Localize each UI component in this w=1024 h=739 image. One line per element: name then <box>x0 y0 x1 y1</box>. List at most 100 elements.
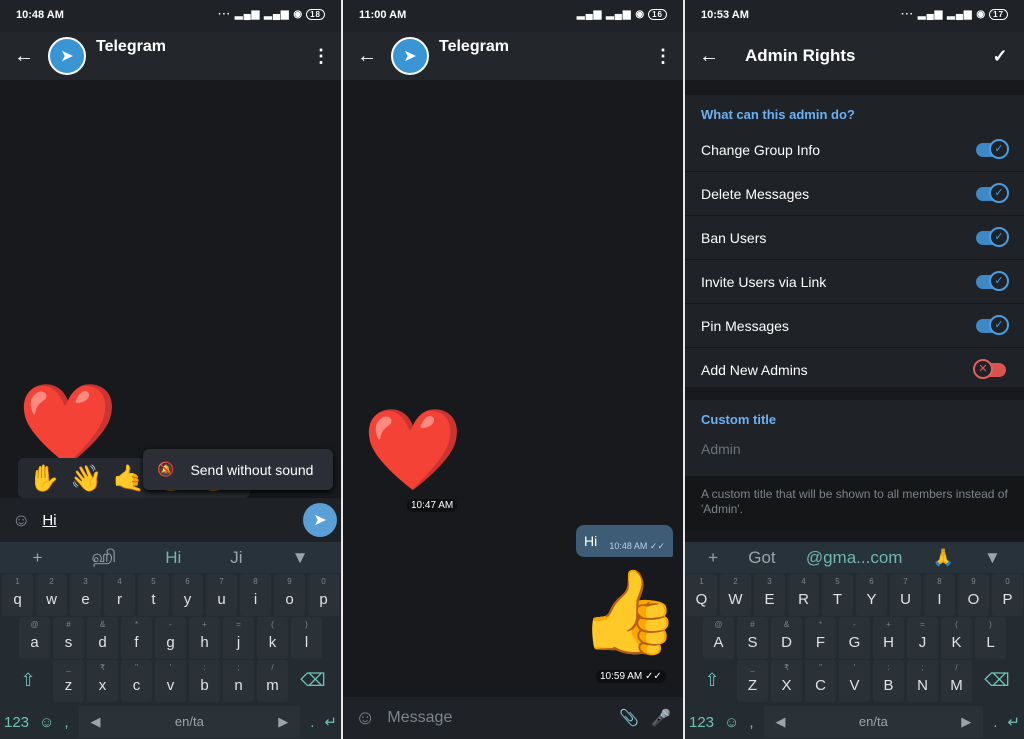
suggestion-item[interactable]: Ji <box>230 548 242 568</box>
key-c[interactable]: " C <box>805 660 836 702</box>
key-h[interactable]: + H <box>873 617 904 659</box>
enter-key[interactable]: ↵ <box>324 713 337 731</box>
key-f[interactable]: * F <box>805 617 836 659</box>
suggestion-item[interactable]: Hi <box>165 548 181 568</box>
enter-key[interactable]: ↵ <box>1007 713 1020 731</box>
key-r[interactable]: 4r <box>104 574 135 616</box>
key-u[interactable]: 7U <box>890 574 921 616</box>
sticker-icon[interactable]: ☺ <box>12 510 30 531</box>
key-v[interactable]: ' V <box>839 660 870 702</box>
key-y[interactable]: 6y <box>172 574 203 616</box>
admin-right-row[interactable]: Change Group Info ✓ <box>685 128 1024 172</box>
suggestion-item[interactable]: + <box>708 548 718 568</box>
checkmark-icon[interactable]: ✓ <box>976 46 1024 67</box>
key-b[interactable]: :B <box>873 660 904 702</box>
key-w[interactable]: 2W <box>720 574 751 616</box>
key-d[interactable]: & d <box>87 617 118 659</box>
key-o[interactable]: 9o <box>274 574 305 616</box>
outgoing-message[interactable]: Hi 10:48 AM ✓✓ <box>576 525 673 557</box>
key-u[interactable]: 7u <box>206 574 237 616</box>
toggle-switch[interactable]: ✓ <box>976 270 1009 291</box>
suggestion-item[interactable]: @gma...com <box>806 548 903 568</box>
backspace-key[interactable]: ⌫ <box>975 660 1019 702</box>
shift-key[interactable]: ⇧ <box>6 660 50 702</box>
key-m[interactable]: / M <box>941 660 972 702</box>
space-bar[interactable]: ◀ en/ta ▶ <box>78 706 301 738</box>
more-menu-icon[interactable]: ⋮ <box>301 46 341 67</box>
key-r[interactable]: 4R <box>788 574 819 616</box>
key-n[interactable]: ; N <box>907 660 938 702</box>
toggle-switch[interactable]: ✓ <box>976 138 1009 159</box>
period-key[interactable]: . <box>993 714 997 731</box>
key-l[interactable]: ) L <box>975 617 1006 659</box>
avatar[interactable]: ➤ <box>391 37 429 75</box>
key-x[interactable]: ₹ x <box>87 660 118 702</box>
emoji-suggestion[interactable]: ✋ <box>28 463 60 494</box>
key-o[interactable]: 9O <box>958 574 989 616</box>
attach-icon[interactable]: 📎 <box>619 708 639 728</box>
key-p[interactable]: 0P <box>992 574 1023 616</box>
backspace-key[interactable]: ⌫ <box>291 660 335 702</box>
key-b[interactable]: :b <box>189 660 220 702</box>
key-k[interactable]: (k <box>257 617 288 659</box>
send-without-sound-option[interactable]: 🔕 Send without sound <box>143 449 333 490</box>
toggle-switch[interactable]: ✓ <box>976 314 1009 335</box>
emoji-key[interactable]: ☺ <box>39 714 54 731</box>
suggestion-item[interactable]: ஹி <box>91 547 116 569</box>
comma-key[interactable]: , <box>749 714 753 731</box>
space-bar[interactable]: ◀ en/ta ▶ <box>763 706 984 738</box>
toggle-switch[interactable]: ✓ <box>976 226 1009 247</box>
key-g[interactable]: -g <box>155 617 186 659</box>
key-v[interactable]: ' v <box>155 660 186 702</box>
back-arrow-icon[interactable]: ← <box>685 45 733 68</box>
microphone-icon[interactable]: 🎤 <box>651 708 671 728</box>
key-h[interactable]: + h <box>189 617 220 659</box>
key-w[interactable]: 2w <box>36 574 67 616</box>
key-i[interactable]: 8i <box>240 574 271 616</box>
message-input[interactable]: Message <box>387 709 607 727</box>
admin-right-row[interactable]: Ban Users ✓ <box>685 216 1024 260</box>
key-s[interactable]: # S <box>737 617 768 659</box>
key-q[interactable]: 1q <box>2 574 33 616</box>
key-k[interactable]: (K <box>941 617 972 659</box>
custom-title-input[interactable]: Admin <box>685 433 1024 465</box>
more-menu-icon[interactable]: ⋮ <box>643 46 683 67</box>
key-e[interactable]: 3e <box>70 574 101 616</box>
key-z[interactable]: _ Z <box>737 660 768 702</box>
key-t[interactable]: 5t <box>138 574 169 616</box>
back-arrow-icon[interactable]: ← <box>0 45 48 68</box>
admin-right-row[interactable]: Add New Admins ✕ <box>685 348 1024 392</box>
key-z[interactable]: _ z <box>53 660 84 702</box>
key-p[interactable]: 0p <box>308 574 339 616</box>
suggestion-item[interactable]: 🙏 <box>933 548 954 568</box>
key-e[interactable]: 3E <box>754 574 785 616</box>
back-arrow-icon[interactable]: ← <box>343 45 391 68</box>
admin-right-row[interactable]: Delete Messages ✓ <box>685 172 1024 216</box>
toggle-switch[interactable]: ✕ <box>973 358 1006 379</box>
avatar[interactable]: ➤ <box>48 37 86 75</box>
key-a[interactable]: @ A <box>703 617 734 659</box>
comma-key[interactable]: , <box>64 714 68 731</box>
key-c[interactable]: " c <box>121 660 152 702</box>
numbers-key[interactable]: 123 <box>689 714 714 731</box>
admin-right-row[interactable]: Invite Users via Link ✓ <box>685 260 1024 304</box>
key-s[interactable]: # s <box>53 617 84 659</box>
emoji-key[interactable]: ☺ <box>724 714 739 731</box>
key-f[interactable]: * f <box>121 617 152 659</box>
key-d[interactable]: & D <box>771 617 802 659</box>
chat-title[interactable]: Telegram <box>439 38 643 56</box>
key-j[interactable]: = j <box>223 617 254 659</box>
key-q[interactable]: 1Q <box>686 574 717 616</box>
key-i[interactable]: 8I <box>924 574 955 616</box>
suggestion-item[interactable]: ▼ <box>292 548 309 568</box>
send-button[interactable]: ➤ <box>303 503 337 537</box>
key-t[interactable]: 5T <box>822 574 853 616</box>
shift-key[interactable]: ⇧ <box>690 660 734 702</box>
numbers-key[interactable]: 123 <box>4 714 29 731</box>
suggestion-item[interactable]: ▼ <box>984 548 1001 568</box>
message-input[interactable]: Hi <box>42 512 56 529</box>
period-key[interactable]: . <box>310 714 314 731</box>
suggestion-item[interactable]: + <box>33 548 43 568</box>
key-a[interactable]: @ a <box>19 617 50 659</box>
emoji-suggestion[interactable]: 🤙 <box>113 463 145 494</box>
